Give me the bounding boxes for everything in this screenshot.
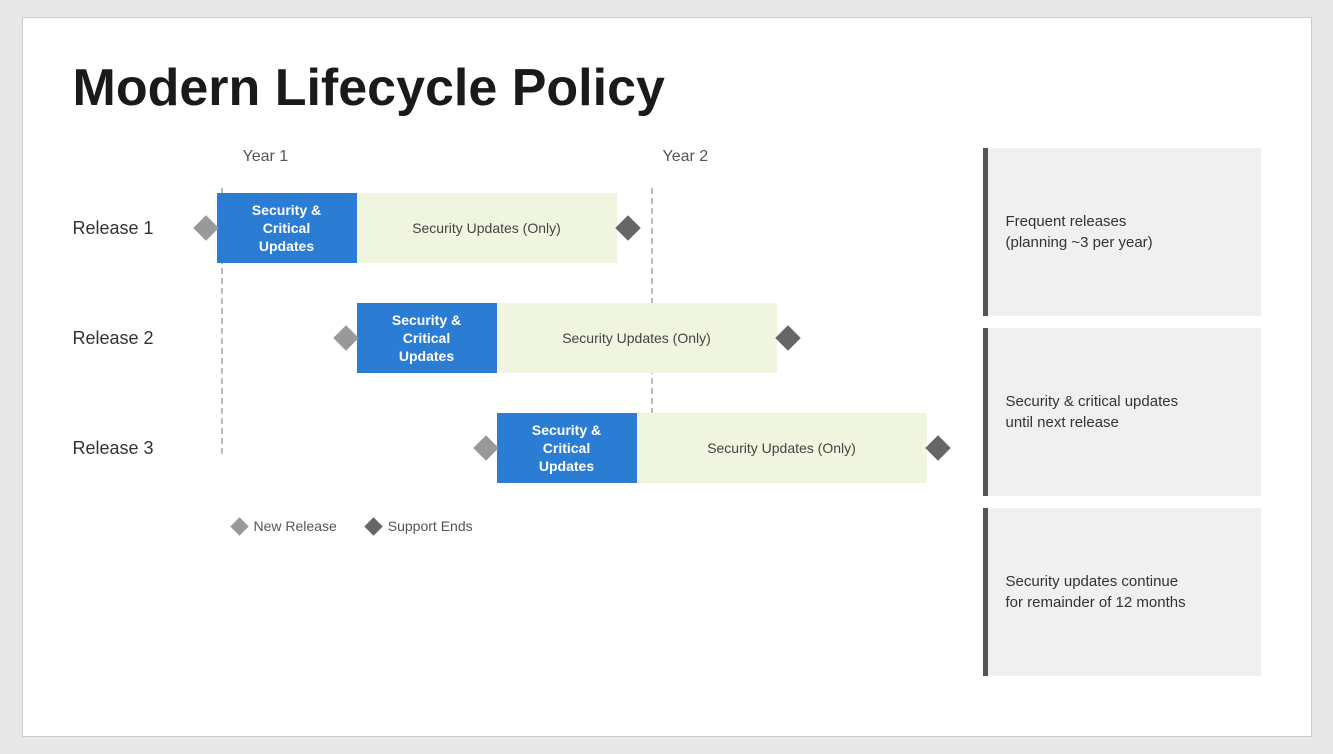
support-ends-diamond-icon xyxy=(364,517,382,535)
year1-label: Year 1 xyxy=(243,148,289,166)
bottom-legend: New Release Support Ends xyxy=(233,518,953,534)
release1-label: Release 1 xyxy=(73,218,193,239)
row-content-3: Security & Critical Updates Security Upd… xyxy=(473,413,951,483)
row-content-2: Security & Critical Updates Security Upd… xyxy=(333,303,801,373)
release-rows: Release 1 Security & Critical Updates Se… xyxy=(73,188,953,534)
release-row-1: Release 1 Security & Critical Updates Se… xyxy=(73,188,953,268)
release1-end-diamond xyxy=(615,215,640,240)
release2-light-block: Security Updates (Only) xyxy=(497,303,777,373)
legend-box-2: Security & critical updates until next r… xyxy=(983,328,1261,496)
release2-start-diamond xyxy=(333,325,358,350)
release1-blue-block: Security & Critical Updates xyxy=(217,193,357,263)
page-title: Modern Lifecycle Policy xyxy=(73,58,1261,118)
release1-start-diamond xyxy=(193,215,218,240)
new-release-diamond-icon xyxy=(230,517,248,535)
year2-label: Year 2 xyxy=(663,148,709,166)
release3-light-block: Security Updates (Only) xyxy=(637,413,927,483)
release3-end-diamond xyxy=(925,435,950,460)
legend-box-1: Frequent releases (planning ~3 per year) xyxy=(983,148,1261,316)
row-content-1: Security & Critical Updates Security Upd… xyxy=(193,193,641,263)
legend-section: Frequent releases (planning ~3 per year)… xyxy=(953,148,1261,676)
timeline-section: Year 1 Year 2 Release 1 Sec xyxy=(73,148,953,676)
release2-label: Release 2 xyxy=(73,328,193,349)
release3-start-diamond xyxy=(473,435,498,460)
legend-box-3: Security updates continue for remainder … xyxy=(983,508,1261,676)
release3-label: Release 3 xyxy=(73,438,193,459)
year-labels: Year 1 Year 2 xyxy=(233,148,953,178)
release-row-3: Release 3 Security & Critical Updates Se… xyxy=(73,408,953,488)
slide: Modern Lifecycle Policy Year 1 Year 2 Re… xyxy=(22,17,1312,737)
release2-blue-block: Security & Critical Updates xyxy=(357,303,497,373)
legend-new-release: New Release xyxy=(233,518,337,534)
diagram-area: Year 1 Year 2 Release 1 Sec xyxy=(73,148,1261,676)
release3-blue-block: Security & Critical Updates xyxy=(497,413,637,483)
release2-end-diamond xyxy=(775,325,800,350)
release1-light-block: Security Updates (Only) xyxy=(357,193,617,263)
release-row-2: Release 2 Security & Critical Updates Se… xyxy=(73,298,953,378)
legend-support-ends: Support Ends xyxy=(367,518,473,534)
